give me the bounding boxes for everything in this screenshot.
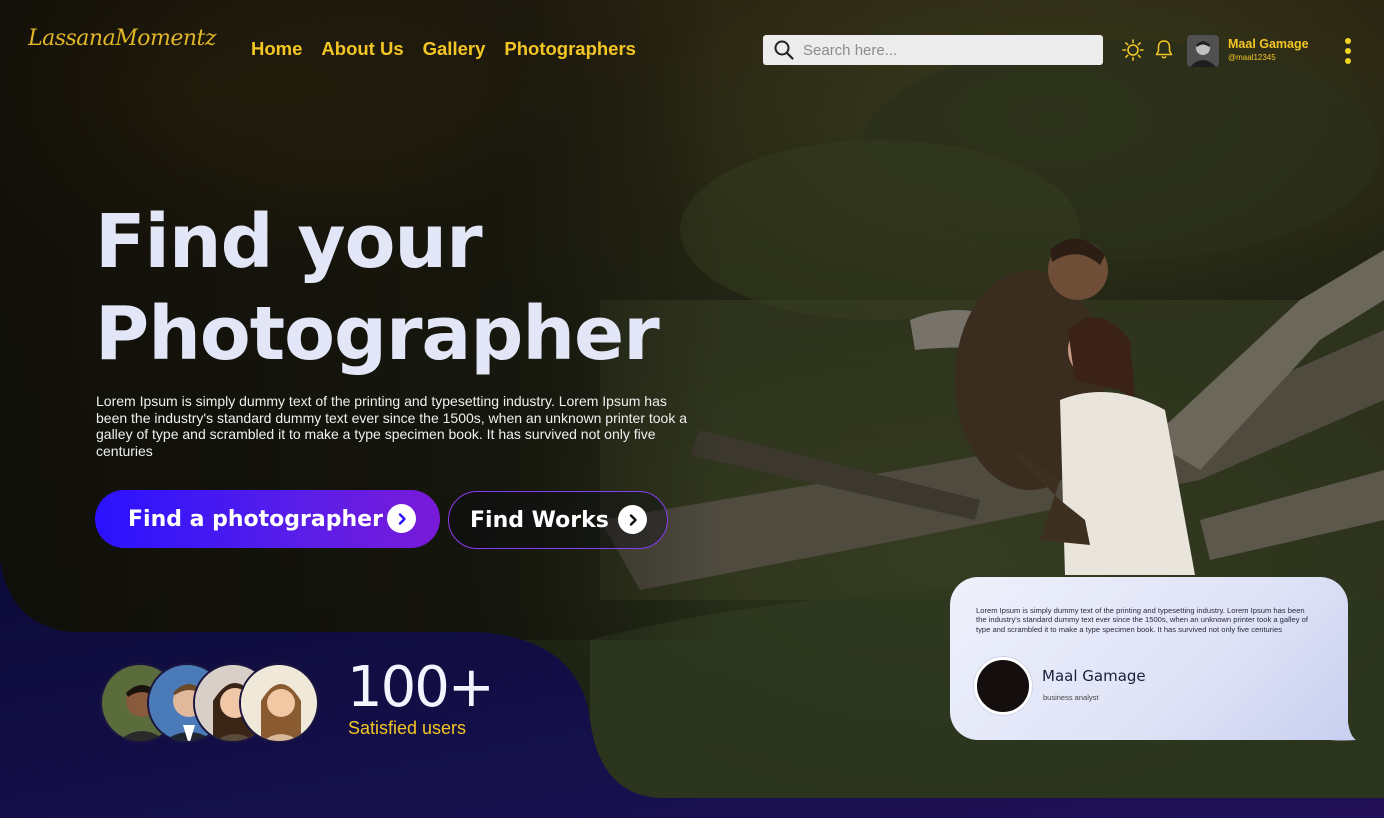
find-photographer-button[interactable]: Find a photographer	[95, 490, 440, 548]
hero-title: Find your Photographer	[95, 196, 660, 380]
nav-about-us[interactable]: About Us	[321, 38, 403, 60]
hero-title-line-1: Find your	[95, 199, 483, 285]
user-name: Maal Gamage	[1228, 37, 1309, 51]
testimonial-avatar	[974, 657, 1032, 715]
satisfied-users-count: 100+	[347, 655, 495, 720]
user-avatar[interactable]	[1187, 35, 1219, 67]
user-avatars-group	[100, 663, 320, 745]
hero-description: Lorem Ipsum is simply dummy text of the …	[96, 393, 688, 459]
chevron-right-icon	[387, 504, 416, 533]
user-handle: @maal12345	[1228, 53, 1276, 62]
testimonial-text: Lorem Ipsum is simply dummy text of the …	[976, 606, 1308, 634]
testimonial-name: Maal Gamage	[1042, 667, 1146, 685]
testimonial-role: business analyst	[1043, 693, 1099, 702]
avatar	[239, 663, 319, 743]
find-works-label: Find Works	[470, 507, 609, 533]
chevron-right-icon	[618, 505, 647, 534]
find-photographer-label: Find a photographer	[128, 506, 383, 532]
hero-title-line-2: Photographer	[95, 291, 660, 377]
satisfied-users-label: Satisfied users	[348, 718, 467, 738]
more-menu-icon[interactable]	[1344, 38, 1352, 66]
speech-bubble-tail	[1330, 722, 1356, 741]
search-bar	[763, 35, 1103, 65]
site-logo[interactable]: LassanaMomentz	[28, 26, 216, 51]
nav-gallery[interactable]: Gallery	[423, 38, 486, 60]
bell-icon[interactable]	[1155, 39, 1173, 60]
find-works-button[interactable]: Find Works	[448, 491, 668, 549]
search-input[interactable]	[803, 41, 1083, 59]
sun-icon[interactable]	[1122, 39, 1144, 61]
nav-home[interactable]: Home	[251, 38, 302, 60]
search-icon	[774, 40, 794, 60]
main-nav: Home About Us Gallery Photographers	[251, 38, 636, 60]
nav-photographers[interactable]: Photographers	[504, 38, 636, 60]
